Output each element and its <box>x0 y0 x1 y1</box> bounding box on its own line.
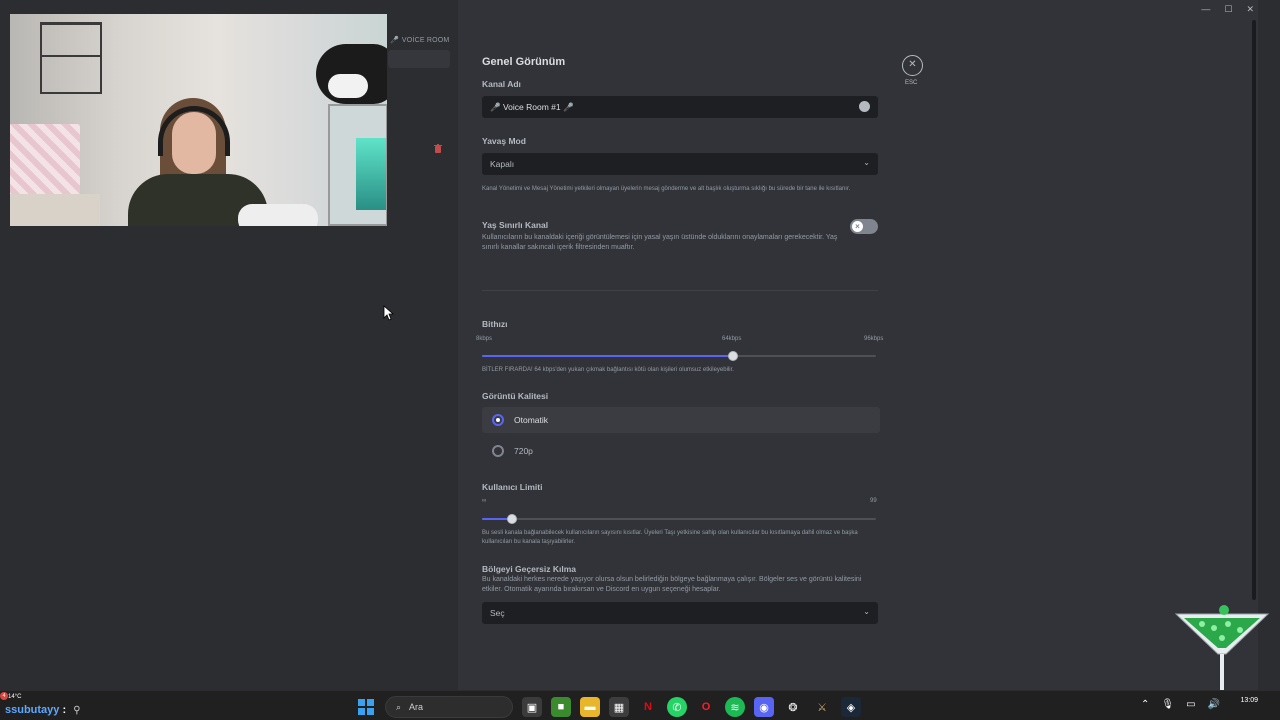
settings-scrollbar[interactable] <box>1252 20 1256 600</box>
taskbar-apps: ⌕ Ara ▣ ■ ▬ ▦ N ✆ O ≋ ◉ ❂ ⚔ ◈ <box>356 696 861 718</box>
system-tray: ⌃ 🎙 ▭ 🔊 <box>1141 699 1220 710</box>
bitrate-min-label: 8kbps <box>476 336 493 342</box>
windows-start-icon[interactable] <box>356 697 376 717</box>
page-title: Genel Görünüm <box>482 56 566 68</box>
network-icon[interactable]: ▭ <box>1186 699 1195 710</box>
slow-mode-label: Yavaş Mod <box>482 136 526 146</box>
steam-icon[interactable]: ◈ <box>841 697 861 717</box>
chevron-down-icon: ⌄ <box>863 158 870 167</box>
minecraft-icon[interactable]: ■ <box>551 697 571 717</box>
webcam-orca-belly <box>328 74 368 98</box>
volume-icon[interactable]: 🔊 <box>1208 699 1220 710</box>
microphone-icon: 🎤 <box>390 37 399 44</box>
close-icon: × <box>852 221 863 232</box>
webcam-pc-glow <box>356 138 386 210</box>
user-limit-min-label: ∞ <box>482 498 487 504</box>
channel-name-input[interactable]: 🎤 Voice Room #1 🎤 <box>482 96 878 118</box>
slow-mode-select[interactable]: Kapalı ⌄ <box>482 153 878 175</box>
webcam-shelf <box>40 22 102 94</box>
sidebar-item-voice-room[interactable]: 🎤 VOİCE ROOM <box>390 36 449 44</box>
channel-settings-panel: Genel Görünüm Kanal Adı 🎤 Voice Room #1 … <box>458 0 1258 690</box>
store-icon[interactable]: ▦ <box>609 697 629 717</box>
maximize-icon[interactable]: ☐ <box>1224 4 1232 15</box>
emoji-picker-icon[interactable] <box>859 101 870 112</box>
spotify-icon[interactable]: ≋ <box>725 697 745 717</box>
bitrate-slider-handle[interactable] <box>728 351 738 361</box>
radio-selected-icon <box>492 414 504 426</box>
close-icon: ✕ <box>908 59 917 70</box>
taskbar-search[interactable]: ⌕ Ara <box>385 696 513 718</box>
webcam-overlay <box>10 14 387 226</box>
mouse-cursor-icon <box>383 305 395 321</box>
bitrate-mid-label: 64kbps <box>722 336 742 342</box>
video-quality-option-auto[interactable]: Otomatik <box>482 407 880 433</box>
pin-icon: ⚲ <box>73 705 81 716</box>
region-override-help: Bu kanaldaki herkes nerede yaşıyor olurs… <box>482 576 862 593</box>
windows-taskbar: 4 14°C ssubutayy : ⚲ ⌕ Ara ▣ ■ ▬ ▦ N ✆ O… <box>0 690 1280 720</box>
video-quality-label: Görüntü Kalitesi <box>482 391 549 401</box>
slow-mode-help: Kanal Yönetimi ve Mesaj Yönetimi yetkile… <box>482 186 851 192</box>
age-restricted-toggle[interactable]: × <box>850 219 878 234</box>
window-controls: — ☐ ✕ <box>1201 4 1254 15</box>
chevron-up-icon[interactable]: ⌃ <box>1141 699 1149 710</box>
notification-badge: 4 <box>0 692 8 700</box>
user-limit-help: Bu sesli kanala bağlanabilecek kullanıcı… <box>482 530 858 545</box>
age-restricted-help: Kullanıcıların bu kanaldaki içeriği görü… <box>482 234 838 251</box>
age-restricted-label: Yaş Sınırlı Kanal <box>482 220 549 230</box>
close-window-icon[interactable]: ✕ <box>1246 4 1254 15</box>
user-limit-slider-handle[interactable] <box>507 514 517 524</box>
region-select[interactable]: Seç ⌄ <box>482 602 878 624</box>
discord-icon[interactable]: ◉ <box>754 697 774 717</box>
trash-icon[interactable] <box>434 144 442 155</box>
taskbar-clock[interactable]: 13:09 <box>1240 695 1258 706</box>
window-right-edge <box>1258 0 1280 690</box>
section-divider <box>482 290 878 291</box>
video-quality-option-720p[interactable]: 720p <box>482 438 880 464</box>
opera-icon[interactable]: O <box>696 697 716 717</box>
region-override-label: Bölgeyi Geçersiz Kılma <box>482 564 577 574</box>
sidebar-item-selected[interactable] <box>388 50 450 68</box>
whatsapp-icon[interactable]: ✆ <box>667 697 687 717</box>
martini-glass-overlay <box>1172 604 1272 704</box>
bitrate-slider-fill <box>482 355 733 357</box>
task-view-icon[interactable]: ▣ <box>522 697 542 717</box>
league-icon[interactable]: ⚔ <box>812 697 832 717</box>
search-icon: ⌕ <box>396 701 402 712</box>
minimize-icon[interactable]: — <box>1201 4 1210 15</box>
weather-widget[interactable]: 14°C <box>8 694 21 700</box>
user-limit-slider[interactable] <box>482 514 876 524</box>
bitrate-max-label: 96kbps <box>864 336 884 342</box>
bitrate-label: Bithızı <box>482 319 508 329</box>
radio-unselected-icon <box>492 445 504 457</box>
chatgpt-icon[interactable]: ❂ <box>783 697 803 717</box>
bitrate-slider[interactable] <box>482 351 876 361</box>
microphone-icon[interactable]: 🎙 <box>1161 699 1174 710</box>
webcam-pillow <box>238 204 318 226</box>
bitrate-help: BİTLER FIRARDA! 64 kbps'den yukarı çıkma… <box>482 367 734 373</box>
esc-label: ESC <box>905 80 918 86</box>
file-explorer-icon[interactable]: ▬ <box>580 697 600 717</box>
chat-username-overlay: ssubutayy : ⚲ <box>5 704 81 716</box>
netflix-icon[interactable]: N <box>638 697 658 717</box>
webcam-bed-foot <box>10 194 100 226</box>
user-limit-label: Kullanıcı Limiti <box>482 482 543 492</box>
close-button[interactable]: ✕ <box>902 55 923 76</box>
channel-name-label: Kanal Adı <box>482 79 521 89</box>
chevron-down-icon: ⌄ <box>863 607 870 616</box>
user-limit-max-label: 99 <box>870 498 877 504</box>
